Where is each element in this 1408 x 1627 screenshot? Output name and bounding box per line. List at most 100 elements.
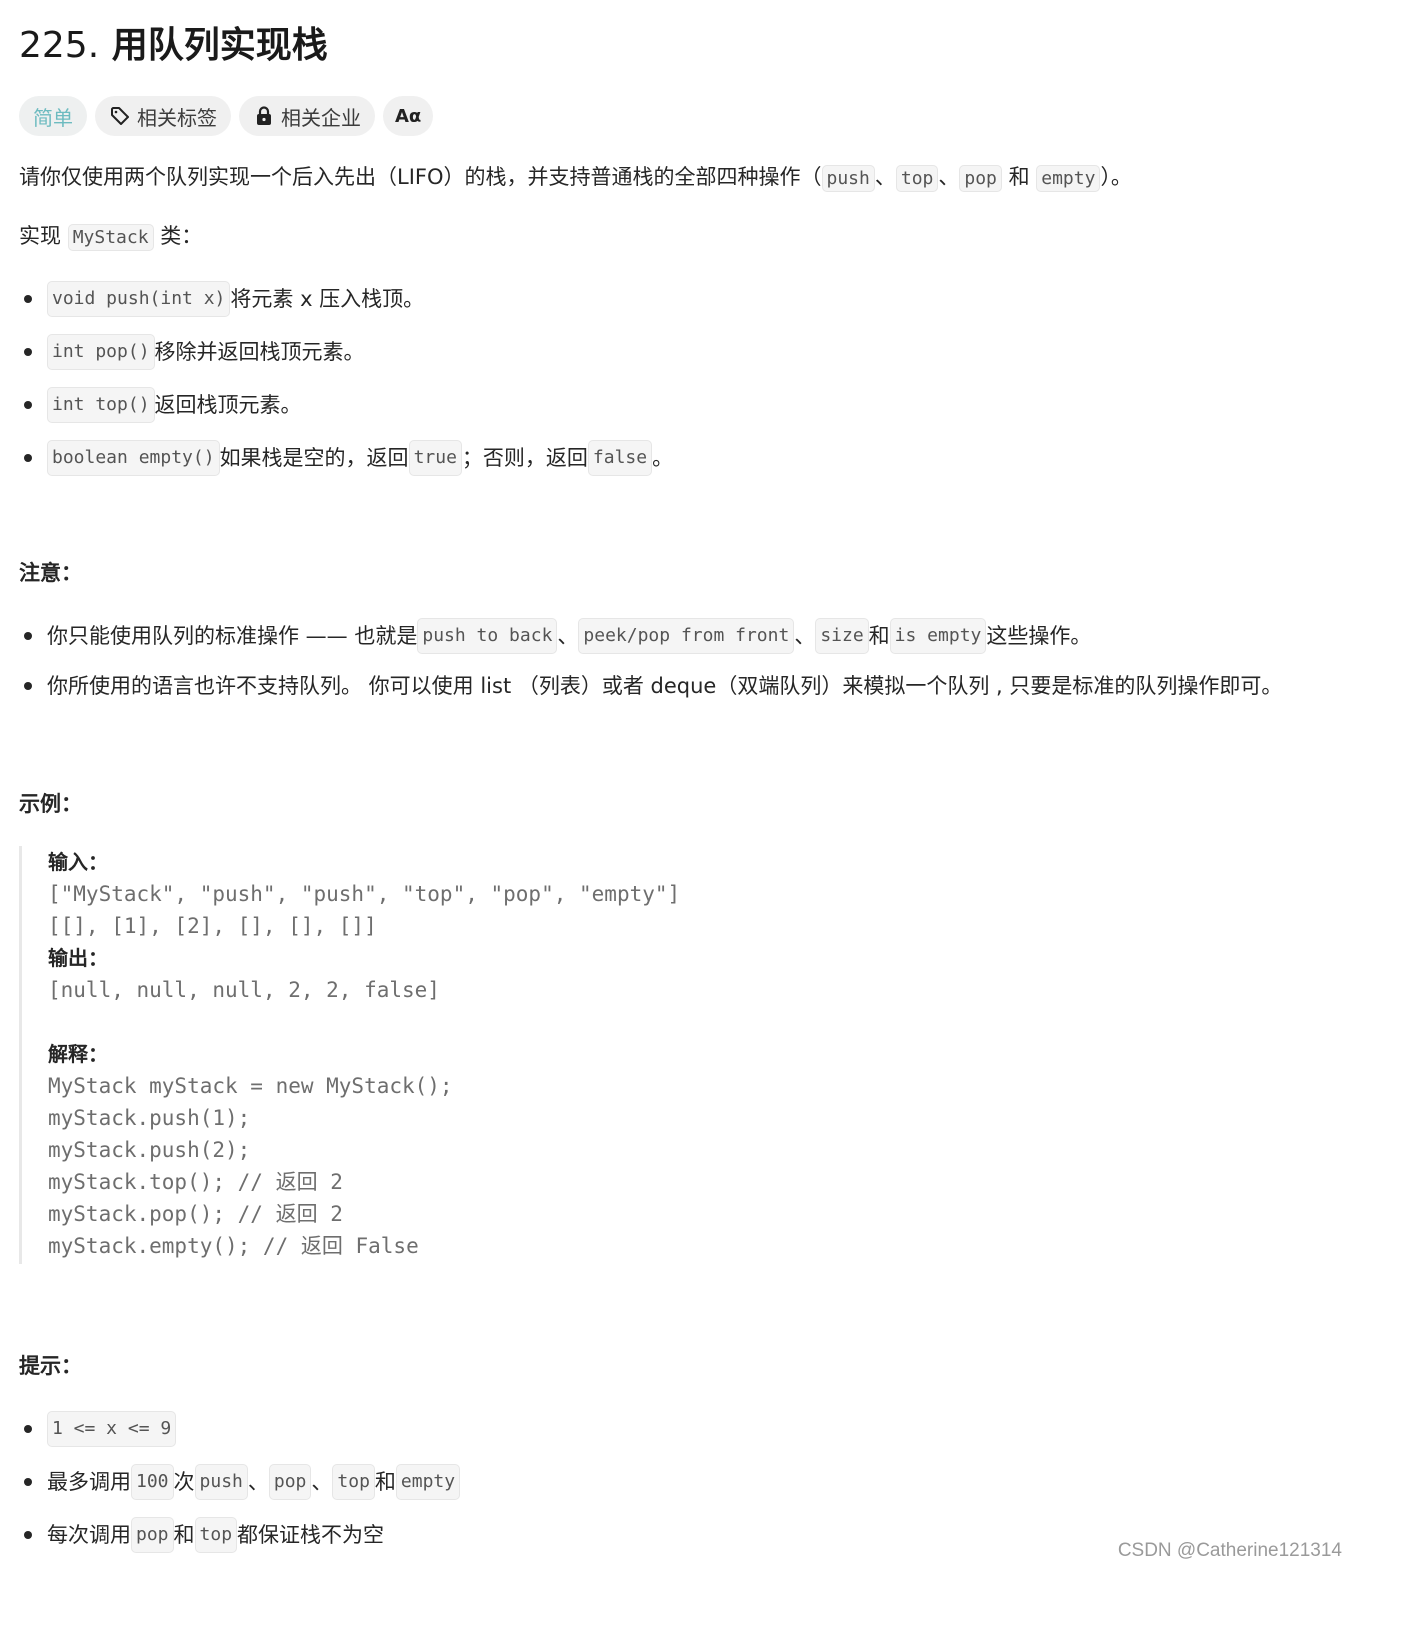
- hint-text: 次: [173, 1470, 195, 1494]
- implement-paragraph: 实现 MyStack 类：: [19, 221, 202, 253]
- method-item: int top() 返回栈顶元素。: [19, 387, 302, 423]
- code-size: size: [815, 618, 869, 654]
- related-tags-button[interactable]: 相关标签: [95, 96, 231, 136]
- conjunction: 和: [374, 1470, 396, 1494]
- note-item: 你所使用的语言也许不支持队列。 你可以使用 list （列表）或者 deque（…: [19, 671, 1282, 701]
- method-signature: int pop(): [47, 334, 155, 370]
- bullet-dot: [24, 1531, 32, 1539]
- hint-item: 每次调用 pop 和 top 都保证栈不为空: [19, 1517, 384, 1553]
- bullet-dot: [24, 1478, 32, 1486]
- code-empty: empty: [395, 1464, 461, 1500]
- page-title: 225. 用队列实现栈: [19, 24, 328, 68]
- hint-item: 最多调用 100 次 push、 pop、 top 和 empty: [19, 1464, 461, 1500]
- conjunction: 和: [868, 624, 890, 648]
- explain-line: myStack.push(1);: [48, 1106, 251, 1130]
- method-description: 移除并返回栈顶元素。: [154, 340, 365, 364]
- implement-suffix: 类：: [153, 224, 203, 248]
- bullet-dot: [24, 295, 32, 303]
- intro-text: 请你仅使用两个队列实现一个后入先出（LIFO）的栈，并支持普通栈的全部四种操作（: [19, 165, 822, 189]
- note-text-end: 这些操作。: [986, 624, 1092, 648]
- note-text: 你只能使用队列的标准操作 —— 也就是: [47, 624, 418, 648]
- code-push-to-back: push to back: [417, 618, 558, 654]
- difficulty-label: 简单: [33, 105, 73, 130]
- conjunction: 和: [173, 1523, 195, 1547]
- code-is-empty: is empty: [889, 618, 987, 654]
- method-description: 返回栈顶元素。: [154, 393, 302, 417]
- separator: 、: [311, 1470, 333, 1494]
- code-empty: empty: [1036, 165, 1101, 192]
- related-companies-label: 相关企业: [281, 105, 361, 130]
- code-pop: pop: [959, 165, 1002, 192]
- output-line: [null, null, null, 2, 2, false]: [48, 978, 440, 1002]
- hint-item: 1 <= x <= 9: [19, 1411, 177, 1447]
- separator: 、: [247, 1470, 269, 1494]
- watermark: CSDN @Catherine121314: [1117, 1540, 1342, 1561]
- bullet-dot: [24, 632, 32, 640]
- note-item: 你只能使用队列的标准操作 —— 也就是 push to back、 peek/po…: [19, 618, 1091, 654]
- code-push: push: [821, 165, 875, 192]
- related-companies-button[interactable]: 相关企业: [239, 96, 375, 136]
- method-signature: void push(int x): [47, 281, 231, 317]
- intro-end: ）。: [1100, 165, 1132, 189]
- bullet-dot: [24, 348, 32, 356]
- intro-paragraph: 请你仅使用两个队列实现一个后入先出（LIFO）的栈，并支持普通栈的全部四种操作（…: [19, 162, 1132, 194]
- bullet-dot: [24, 1425, 32, 1433]
- code-false: false: [587, 440, 653, 476]
- problem-name: 用队列实现栈: [111, 25, 328, 66]
- problem-number: 225.: [19, 25, 100, 66]
- separator: 、: [938, 165, 960, 189]
- tag-icon: [109, 105, 131, 127]
- explain-line: myStack.empty(); // 返回 False: [48, 1234, 419, 1258]
- input-line: [[], [1], [2], [], [], []]: [48, 914, 377, 938]
- code-true: true: [408, 440, 462, 476]
- separator: 、: [557, 624, 579, 648]
- explain-line: myStack.push(2);: [48, 1138, 251, 1162]
- note-text: 你所使用的语言也许不支持队列。 你可以使用 list （列表）或者 deque（…: [47, 674, 1283, 698]
- input-label: 输入：: [48, 850, 108, 874]
- method-item: boolean empty() 如果栈是空的，返回 true ；否则，返回 fa…: [19, 440, 673, 476]
- difficulty-badge: 简单: [19, 96, 87, 136]
- method-description: 如果栈是空的，返回: [219, 446, 409, 470]
- code-class-name: MyStack: [67, 224, 154, 251]
- code-top: top: [332, 1464, 375, 1500]
- explain-label: 解释：: [48, 1042, 108, 1066]
- method-signature: int top(): [47, 387, 155, 423]
- separator: 、: [794, 624, 816, 648]
- code-push: push: [194, 1464, 248, 1500]
- bullet-dot: [24, 454, 32, 462]
- code-top: top: [895, 165, 939, 192]
- separator: 、: [874, 165, 896, 189]
- example-blockquote: 输入： ["MyStack", "push", "push", "top", "…: [19, 846, 819, 1264]
- method-item: int pop() 移除并返回栈顶元素。: [19, 334, 365, 370]
- code-pop: pop: [268, 1464, 312, 1500]
- code-peek-pop-from-front: peek/pop from front: [578, 618, 795, 654]
- input-line: ["MyStack", "push", "push", "top", "pop"…: [48, 882, 681, 906]
- hints-heading: 提示：: [19, 1354, 82, 1378]
- related-tags-label: 相关标签: [137, 105, 217, 130]
- hint-text: 每次调用: [47, 1523, 131, 1547]
- output-label: 输出：: [48, 946, 108, 970]
- code-pop: pop: [131, 1517, 174, 1553]
- method-item: void push(int x) 将元素 x 压入栈顶。: [19, 281, 424, 317]
- code-count: 100: [131, 1464, 174, 1500]
- explain-line: MyStack myStack = new MyStack();: [48, 1074, 453, 1098]
- code-top: top: [194, 1517, 238, 1553]
- explain-line: myStack.top(); // 返回 2: [48, 1170, 343, 1194]
- implement-prefix: 实现: [19, 224, 68, 248]
- translate-icon: Aα: [395, 105, 422, 127]
- bullet-dot: [24, 401, 32, 409]
- explain-line: myStack.pop(); // 返回 2: [48, 1202, 343, 1226]
- hint-text: 最多调用: [47, 1470, 131, 1494]
- method-signature: boolean empty(): [47, 440, 220, 476]
- example-heading: 示例：: [19, 792, 82, 816]
- method-description: 。: [652, 446, 674, 470]
- translate-button[interactable]: Aα: [383, 96, 434, 136]
- method-description: ；否则，返回: [461, 446, 588, 470]
- conjunction: 和: [1001, 165, 1037, 189]
- method-description: 将元素 x 压入栈顶。: [230, 287, 425, 311]
- code-constraint: 1 <= x <= 9: [47, 1411, 177, 1447]
- notes-heading: 注意：: [19, 561, 82, 585]
- hint-text: 都保证栈不为空: [237, 1523, 385, 1547]
- bullet-dot: [24, 682, 32, 690]
